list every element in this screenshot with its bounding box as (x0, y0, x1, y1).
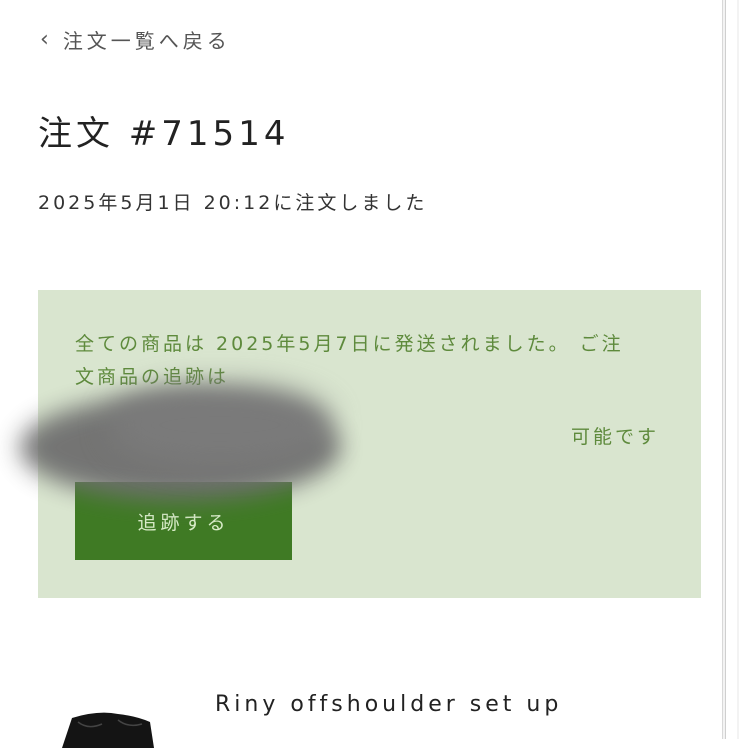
scrollbar-thumb[interactable] (725, 0, 737, 739)
product-name[interactable]: Riny offshoulder set up (215, 692, 562, 717)
page-title: 注文 #71514 (38, 114, 290, 154)
order-date: 2025年5月1日 20:12に注文しました (38, 192, 428, 214)
shipment-message: 全ての商品は 2025年5月7日に発送されました。 ご注文商品の追跡は (75, 333, 624, 388)
chevron-left-icon: ‹ (40, 26, 49, 52)
product-thumbnail[interactable] (58, 708, 158, 748)
back-link-label: 注文一覧へ戻る (62, 28, 231, 53)
tracking-availability-text: 可能です (570, 426, 659, 448)
scrollbar[interactable] (722, 0, 739, 739)
redaction-blur-overlay (110, 385, 330, 465)
back-to-orders-link[interactable]: ‹ 注文一覧へ戻る (40, 26, 231, 53)
